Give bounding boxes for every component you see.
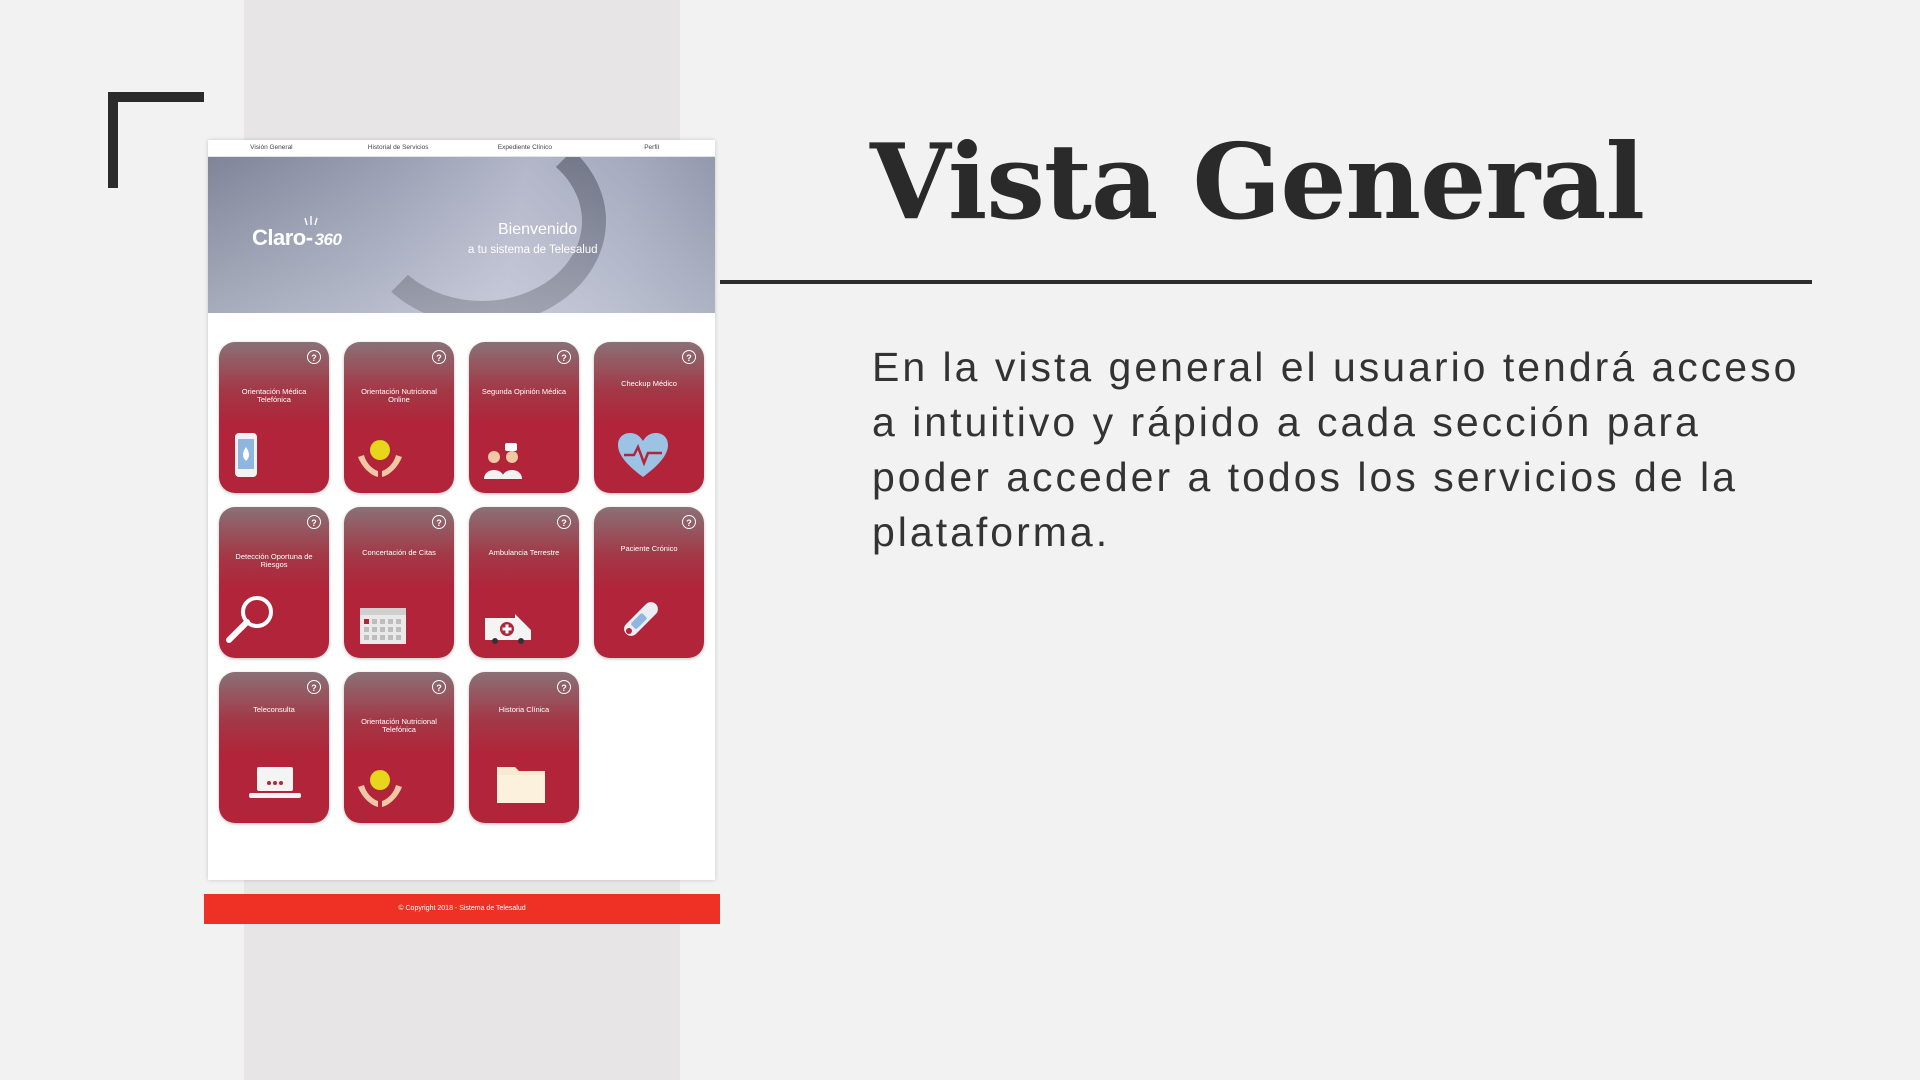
app-footer: © Copyright 2018 - Sistema de Telesalud — [204, 894, 720, 924]
title-divider — [720, 280, 1812, 284]
apple-hands-icon — [358, 437, 402, 477]
tile-checkup-medico[interactable]: ? Checkup Médico — [594, 342, 704, 493]
apple-hands-icon — [358, 770, 402, 807]
tile-label: Orientación Nutricional Online — [361, 387, 437, 404]
help-icon[interactable]: ? — [557, 350, 571, 364]
thermometer-icon — [624, 602, 658, 636]
tile-label: Segunda Opinión Médica — [481, 387, 567, 396]
help-icon[interactable]: ? — [557, 515, 571, 529]
help-icon[interactable]: ? — [682, 515, 696, 529]
smartphone-icon — [235, 433, 257, 477]
tile-historia-clinica[interactable]: ? Historia Clínica — [469, 672, 579, 823]
slide-description: En la vista general el usuario tendrá ac… — [872, 344, 1800, 555]
hero-subtitle: a tu sistema de Telesalud — [468, 244, 598, 256]
tile-deteccion-oportuna[interactable]: ? Detección Oportuna de Riesgos — [219, 507, 329, 658]
tile-label: Ambulancia Terrestre — [488, 548, 560, 557]
help-icon[interactable]: ? — [432, 350, 446, 364]
tile-label: Detección Oportuna de Riesgos — [235, 552, 313, 569]
tile-label: Teleconsulta — [253, 705, 295, 714]
calendar-icon — [360, 608, 406, 644]
help-icon[interactable]: ? — [557, 680, 571, 694]
hero-title: Bienvenido — [498, 221, 578, 238]
tile-concertacion-citas[interactable]: ? Concertación de Citas — [344, 507, 454, 658]
tile-orientacion-nutricional-telefonica[interactable]: ? Orientación Nutricional Telefónica — [344, 672, 454, 823]
app-screenshot: Visión General Historial de Servicios Ex… — [208, 140, 715, 880]
nav-item-vision-general[interactable]: Visión General — [208, 140, 335, 156]
nav-item-expediente[interactable]: Expediente Clínico — [462, 140, 589, 156]
heart-pulse-icon — [618, 433, 668, 477]
doctors-icon — [484, 443, 522, 479]
laptop-icon — [249, 767, 301, 798]
help-icon[interactable]: ? — [682, 350, 696, 364]
help-icon[interactable]: ? — [432, 515, 446, 529]
help-icon[interactable]: ? — [307, 680, 321, 694]
corner-bracket-decoration — [108, 92, 204, 188]
help-icon[interactable]: ? — [307, 350, 321, 364]
help-icon[interactable]: ? — [432, 680, 446, 694]
tile-orientacion-medica-telefonica[interactable]: ? Orientación Médica Telefónica — [219, 342, 329, 493]
nav-item-perfil[interactable]: Perfil — [588, 140, 715, 156]
tile-ambulancia-terrestre[interactable]: ? Ambulancia Terrestre — [469, 507, 579, 658]
folder-icon — [497, 767, 545, 803]
slide-title: Vista General — [870, 120, 1645, 243]
brand-name: Claro — [252, 225, 306, 250]
tile-teleconsulta[interactable]: ? Teleconsulta — [219, 672, 329, 823]
tile-label: Orientación Médica Telefónica — [241, 387, 307, 404]
tile-label: Checkup Médico — [621, 379, 677, 388]
app-nav-bar: Visión General Historial de Servicios Ex… — [208, 140, 715, 157]
tile-orientacion-nutricional-online[interactable]: ? Orientación Nutricional Online — [344, 342, 454, 493]
tile-label: Paciente Crónico — [620, 544, 678, 553]
hero-banner: Claro- 360 Bienvenido a tu sistema de Tel… — [208, 157, 715, 313]
brand-logo: Claro- 360 — [252, 225, 342, 250]
nav-item-historial[interactable]: Historial de Servicios — [335, 140, 462, 156]
tile-label: Concertación de Citas — [362, 548, 436, 557]
magnifier-icon — [226, 596, 273, 643]
brand-rays-icon — [304, 216, 318, 225]
tile-label: Historia Clínica — [498, 705, 550, 714]
ambulance-icon — [485, 614, 531, 644]
tile-label: Orientación Nutricional Telefónica — [361, 717, 437, 734]
tile-segunda-opinion-medica[interactable]: ? Segunda Opinión Médica — [469, 342, 579, 493]
brand-suffix: 360 — [314, 230, 342, 249]
tile-paciente-cronico[interactable]: ? Paciente Crónico — [594, 507, 704, 658]
help-icon[interactable]: ? — [307, 515, 321, 529]
